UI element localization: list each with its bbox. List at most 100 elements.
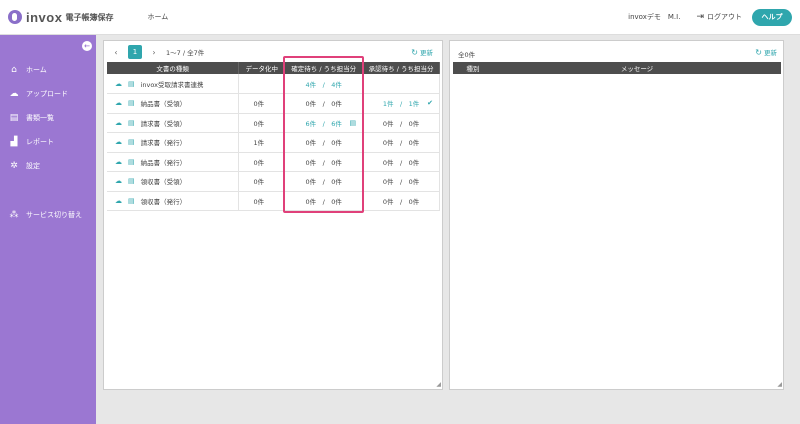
document-icon[interactable]: ▤: [128, 80, 135, 88]
doc-type-label[interactable]: 領収書（発行）: [141, 196, 187, 206]
sidebar: ← ⌂ ホーム ☁ アップロード ▤ 書類一覧 ▟ レポート ✲ 設定 ⁂ サー…: [0, 35, 96, 424]
sidebar-item-documents[interactable]: ▤ 書類一覧: [8, 113, 54, 123]
pending-confirm-cell: 6件 / 6件 ▤: [284, 113, 364, 133]
document-icon[interactable]: ▤: [128, 177, 135, 185]
pending-confirm-cell: 0件 / 0件: [284, 152, 364, 172]
doc-type-cell: ☁ ▤ 請求書（発行）: [107, 132, 240, 153]
sidebar-item-upload[interactable]: ☁ アップロード: [8, 89, 69, 99]
pending-approval-count[interactable]: 1件 / 1件: [383, 98, 419, 108]
pending-confirm-cell: 0件 / 0件: [284, 191, 364, 211]
pending-approval-cell: [362, 74, 440, 94]
pending-approval-cell: 0件 / 0件: [362, 132, 440, 153]
upload-icon[interactable]: ☁: [115, 80, 122, 88]
pending-approval-cell: 0件 / 0件: [362, 171, 440, 192]
home-icon: ⌂: [11, 65, 17, 75]
pending-confirm-count[interactable]: 6件 / 6件: [305, 118, 341, 128]
doc-type-label[interactable]: 納品書（発行）: [141, 157, 187, 167]
table-row[interactable]: ☁ ▤ 請求書（受領） 0件 6件 / 6件 ▤ 0件 / 0件: [107, 113, 440, 133]
doc-type-label[interactable]: invox受取請求書連携: [141, 79, 204, 89]
sidebar-item-label: 書類一覧: [26, 114, 54, 122]
document-icon[interactable]: ▤: [128, 119, 135, 127]
upload-icon[interactable]: ☁: [115, 197, 122, 205]
gear-icon: ✲: [10, 161, 18, 171]
prev-page-button[interactable]: ‹: [110, 48, 122, 57]
pending-confirm-count: 0件 / 0件: [305, 158, 342, 167]
pending-approval-count: 0件 / 0件: [382, 139, 420, 148]
page-number-button[interactable]: 1: [128, 45, 142, 59]
pending-approval-cell: 0件 / 0件: [362, 113, 440, 133]
table-row[interactable]: ☁ ▤ 領収書（発行） 0件 0件 / 0件 0件 / 0件: [107, 191, 440, 211]
sidebar-item-home[interactable]: ⌂ ホーム: [8, 65, 47, 75]
column-header[interactable]: 承認待ち / うち担当分: [362, 62, 440, 74]
message-count: 全0件: [458, 51, 476, 59]
logo[interactable]: invox 電子帳簿保存: [8, 10, 113, 25]
pending-approval-cell: 1件 / 1件 ✔: [362, 93, 440, 114]
pending-approval-count: 0件 / 0件: [382, 119, 420, 128]
pending-confirm-count: 0件 / 0件: [305, 178, 342, 187]
document-icon: ▤: [9, 113, 19, 123]
pending-confirm-count: 0件 / 0件: [305, 139, 342, 148]
upload-icon[interactable]: ☁: [115, 99, 122, 107]
message-table: 種別 メッセージ: [453, 62, 781, 74]
app-frame: invox 電子帳簿保存 ホーム invoxデモ M.I. ⇥ ログアウト ヘル…: [0, 0, 800, 424]
table-row[interactable]: ☁ ▤ 請求書（発行） 1件 0件 / 0件 0件 / 0件: [107, 132, 440, 153]
message-refresh-button[interactable]: ↻ 更新: [755, 47, 777, 58]
message-panel: 全0件 ↻ 更新 種別 メッセージ ◢: [449, 40, 784, 390]
resize-handle-icon[interactable]: ◢: [777, 381, 782, 388]
doc-type-cell: ☁ ▤ 請求書（受領）: [107, 113, 240, 133]
refresh-label: 更新: [764, 49, 777, 57]
switch-icon: ⁂: [9, 210, 19, 220]
table-row[interactable]: ☁ ▤ 納品書（受領） 0件 0件 / 0件 1件 / 1件 ✔: [107, 93, 440, 114]
document-status-panel: ‹ 1 › 1〜7 / 全7件 ↻ 更新 文書の種類 データ化中 確定待ち / …: [103, 40, 443, 390]
logout-button[interactable]: ⇥ ログアウト: [696, 12, 742, 22]
pending-approval-cell: 0件 / 0件: [362, 191, 440, 211]
document-icon[interactable]: ▤: [128, 197, 135, 205]
upload-icon[interactable]: ☁: [115, 119, 122, 127]
upload-icon[interactable]: ☁: [115, 177, 122, 185]
document-status-icon[interactable]: ▤: [349, 119, 356, 127]
table-row[interactable]: ☁ ▤ 領収書（受領） 0件 0件 / 0件 0件 / 0件: [107, 171, 440, 192]
user-name: invoxデモ M.I.: [628, 13, 681, 21]
pending-approval-cell: 0件 / 0件: [362, 152, 440, 172]
doc-type-label[interactable]: 納品書（受領）: [141, 98, 187, 108]
doc-type-label[interactable]: 請求書（発行）: [141, 137, 187, 147]
refresh-icon: ↻: [755, 47, 762, 57]
column-header[interactable]: 種別: [453, 62, 493, 74]
table-header-row: 文書の種類 データ化中 確定待ち / うち担当分 承認待ち / うち担当分: [107, 62, 440, 74]
pending-confirm-count[interactable]: 4件 / 4件: [305, 79, 341, 89]
help-button[interactable]: ヘルプ: [752, 8, 792, 26]
document-status-table: 文書の種類 データ化中 確定待ち / うち担当分 承認待ち / うち担当分 ☁ ▤…: [107, 62, 440, 211]
sidebar-item-report[interactable]: ▟ レポート: [8, 137, 54, 147]
column-header[interactable]: 文書の種類: [107, 62, 240, 74]
upload-icon[interactable]: ☁: [115, 158, 122, 166]
sidebar-item-switch-service[interactable]: ⁂ サービス切り替え: [8, 210, 83, 220]
upload-icon[interactable]: ☁: [115, 138, 122, 146]
pending-approval-count: 0件 / 0件: [382, 178, 420, 187]
header: invox 電子帳簿保存 ホーム invoxデモ M.I. ⇥ ログアウト ヘル…: [0, 0, 800, 35]
table-row[interactable]: ☁ ▤ invox受取請求書連携 4件 / 4件: [107, 74, 440, 94]
document-icon[interactable]: ▤: [128, 158, 135, 166]
sidebar-item-label: レポート: [26, 138, 54, 146]
logout-label: ログアウト: [707, 13, 742, 21]
header-nav-home[interactable]: ホーム: [147, 12, 168, 22]
pagination: ‹ 1 › 1〜7 / 全7件: [110, 45, 204, 59]
column-header[interactable]: メッセージ: [493, 62, 781, 74]
next-page-button[interactable]: ›: [148, 48, 160, 57]
resize-handle-icon[interactable]: ◢: [436, 381, 441, 388]
refresh-button[interactable]: ↻ 更新: [411, 47, 433, 58]
doc-type-label[interactable]: 領収書（受領）: [141, 176, 187, 186]
data-processing-count: 0件: [238, 113, 286, 133]
page-range: 1〜7 / 全7件: [166, 49, 205, 57]
document-icon[interactable]: ▤: [128, 99, 135, 107]
doc-type-label[interactable]: 請求書（受領）: [141, 118, 187, 128]
sidebar-collapse-icon[interactable]: ←: [82, 41, 92, 51]
data-processing-count[interactable]: 1件: [238, 132, 286, 153]
document-icon[interactable]: ▤: [128, 138, 135, 146]
sidebar-item-settings[interactable]: ✲ 設定: [8, 161, 40, 171]
logo-subtitle: 電子帳簿保存: [65, 12, 114, 22]
column-header[interactable]: 確定待ち / うち担当分: [284, 62, 364, 74]
table-header-row: 種別 メッセージ: [453, 62, 781, 74]
column-header[interactable]: データ化中: [238, 62, 286, 74]
doc-type-cell: ☁ ▤ invox受取請求書連携: [107, 74, 240, 94]
table-row[interactable]: ☁ ▤ 納品書（発行） 0件 0件 / 0件 0件 / 0件: [107, 152, 440, 172]
